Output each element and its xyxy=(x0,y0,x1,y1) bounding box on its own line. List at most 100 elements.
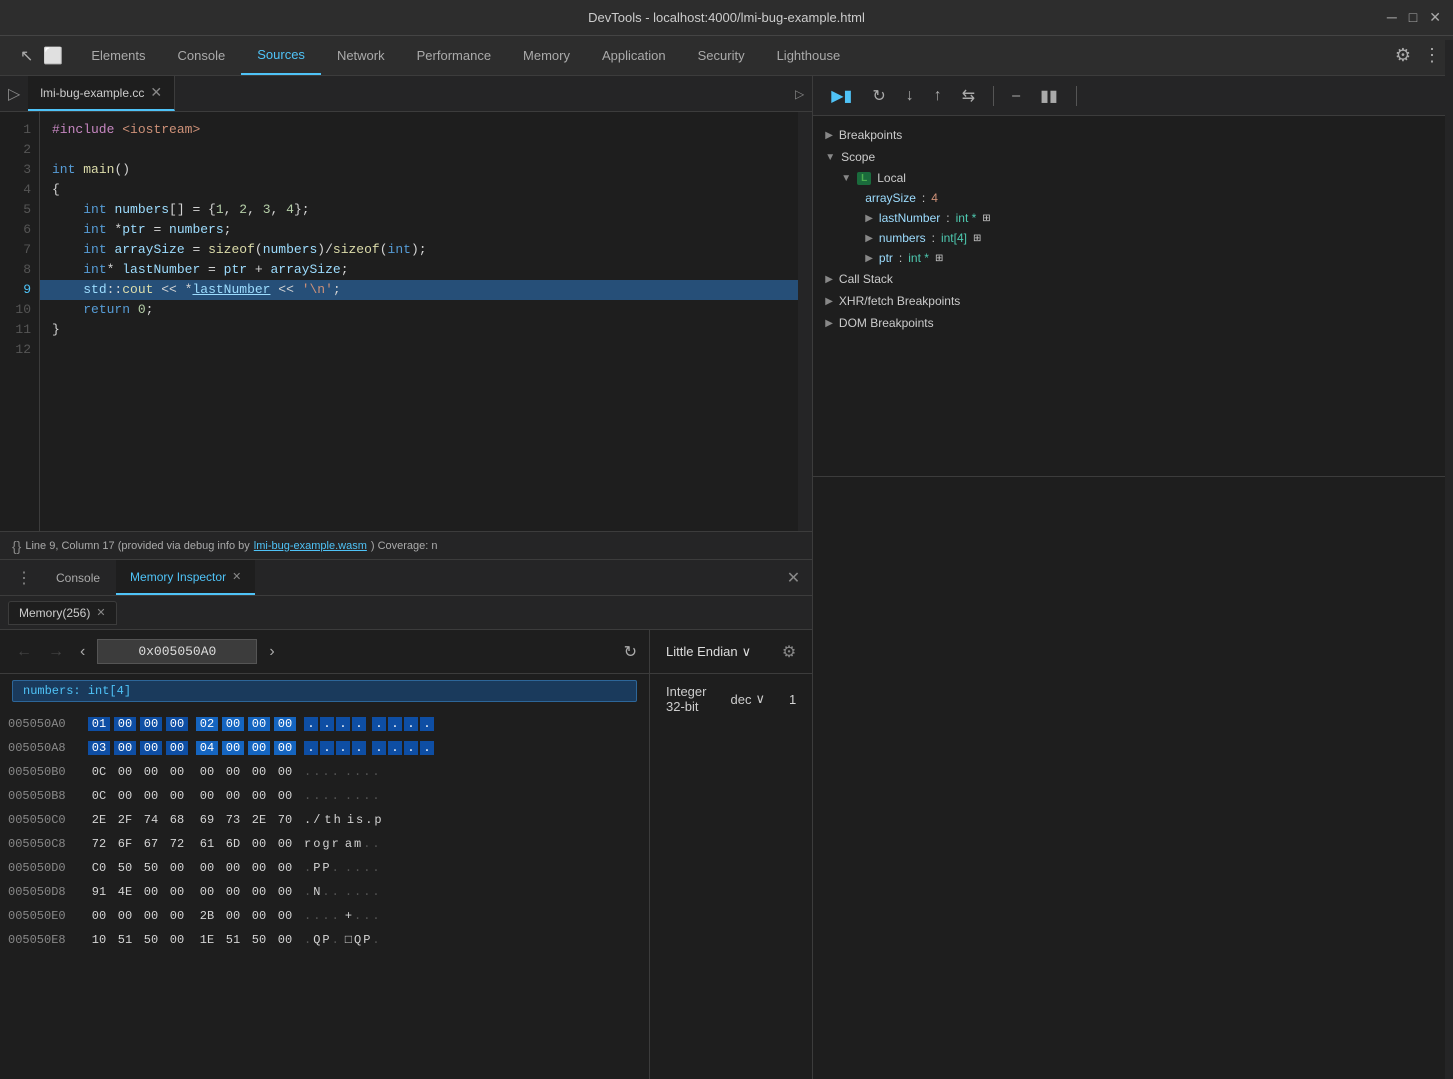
resume-btn[interactable]: ▶▮ xyxy=(825,82,858,110)
tab-memory[interactable]: Memory xyxy=(507,36,586,75)
tab-performance[interactable]: Performance xyxy=(401,36,507,75)
memory-left: ← → ‹ › ↻ numbers: int[4] xyxy=(0,630,650,1079)
scope-label: Scope xyxy=(841,150,875,164)
ascii-1: . . . . . . . . xyxy=(304,741,434,755)
ptr-chevron: ▶ xyxy=(865,253,873,264)
more-icon[interactable]: ⋮ xyxy=(1423,45,1441,66)
tab-console-bottom[interactable]: Console xyxy=(42,560,114,595)
titlebar-controls[interactable]: ─ □ ✕ xyxy=(1387,9,1441,26)
breakpoints-chevron: ▶ xyxy=(825,130,833,141)
step-over-btn[interactable]: ↻ xyxy=(866,82,891,110)
code-line-11: } xyxy=(40,320,798,340)
tab-network[interactable]: Network xyxy=(321,36,401,75)
status-link[interactable]: lmi-bug-example.wasm xyxy=(254,540,367,552)
close-all-btn[interactable]: ✕ xyxy=(775,568,812,588)
memory-right: Little Endian ∨ ⚙ Integer 32-bit dec ∨ xyxy=(650,630,812,1079)
endian-gear-icon[interactable]: ⚙ xyxy=(782,642,796,662)
hex-group-0-1: 01 00 00 00 xyxy=(88,717,188,731)
minimize-btn[interactable]: ─ xyxy=(1387,9,1397,26)
lastnumber-chevron: ▶ xyxy=(865,213,873,224)
endian-bar: Little Endian ∨ ⚙ xyxy=(650,630,812,674)
tab-elements[interactable]: Elements xyxy=(75,36,161,75)
hex-row-9: 005050E8 10 51 50 00 1E 51 xyxy=(0,928,649,952)
tab-application[interactable]: Application xyxy=(586,36,682,75)
xhr-section[interactable]: ▶ XHR/fetch Breakpoints xyxy=(813,290,1453,312)
sidebar-toggle-icon[interactable]: ▷ xyxy=(0,84,28,104)
device-icon[interactable]: ⬜ xyxy=(43,46,63,66)
titlebar: DevTools - localhost:4000/lmi-bug-exampl… xyxy=(0,0,1453,36)
int-format-chevron: ∨ xyxy=(755,691,765,707)
scope-numbers[interactable]: ▶ numbers : int[4] ⊞ xyxy=(813,228,1453,248)
content-area: ▷ lmi-bug-example.cc ✕ ▷ 1 2 3 4 5 6 7 8… xyxy=(0,76,1453,1079)
bottom-more-icon[interactable]: ⋮ xyxy=(8,568,40,588)
scrollbar[interactable] xyxy=(798,112,812,531)
callstack-section[interactable]: ▶ Call Stack xyxy=(813,268,1453,290)
callstack-chevron: ▶ xyxy=(825,274,833,285)
nav-prev-btn[interactable]: ‹ xyxy=(76,639,89,665)
source-tab-close-icon[interactable]: ✕ xyxy=(150,84,162,101)
right-bottom-panel xyxy=(813,476,1453,1079)
memory-content: ← → ‹ › ↻ numbers: int[4] xyxy=(0,630,812,1079)
tab-memory-inspector[interactable]: Memory Inspector ✕ xyxy=(116,560,255,595)
breakpoints-label: Breakpoints xyxy=(839,128,902,142)
tab-memory-inspector-close[interactable]: ✕ xyxy=(232,570,241,583)
step-into-btn[interactable]: ↓ xyxy=(900,83,920,109)
step-btn[interactable]: ⇆ xyxy=(956,82,981,110)
scope-chevron: ▼ xyxy=(825,152,835,163)
memory-tab-close[interactable]: ✕ xyxy=(96,606,105,619)
step-out-btn[interactable]: ↑ xyxy=(928,83,948,109)
right-scrollbar[interactable] xyxy=(1445,76,1453,476)
titlebar-title: DevTools - localhost:4000/lmi-bug-exampl… xyxy=(588,10,865,25)
breakpoints-section[interactable]: ▶ Breakpoints xyxy=(813,124,1453,146)
bottom-tabs: ⋮ Console Memory Inspector ✕ ✕ xyxy=(0,560,812,596)
dbg-sep1 xyxy=(993,86,994,106)
nav-back-btn[interactable]: ← xyxy=(12,639,36,665)
nav-next-btn[interactable]: › xyxy=(265,639,278,665)
memory-tabs-row: Memory(256) ✕ xyxy=(0,596,812,630)
scope-key-lastnumber: lastNumber xyxy=(879,211,940,225)
source-tabs: ▷ lmi-bug-example.cc ✕ ▷ xyxy=(0,76,812,112)
callstack-label: Call Stack xyxy=(839,272,893,286)
address-input[interactable] xyxy=(97,639,257,664)
scope-lastnumber[interactable]: ▶ lastNumber : int * ⊞ xyxy=(813,208,1453,228)
local-chevron: ▼ xyxy=(841,173,851,184)
ascii-0: . . . . . . . . xyxy=(304,717,434,731)
scope-key-numbers: numbers xyxy=(879,231,926,245)
hex-group-1-2: 04 00 00 00 xyxy=(196,741,296,755)
memory-nav: ← → ‹ › ↻ xyxy=(0,630,649,674)
memory-inspector: Memory(256) ✕ ← → ‹ › ↻ xyxy=(0,596,812,1079)
source-tab-file[interactable]: lmi-bug-example.cc ✕ xyxy=(28,76,175,111)
numbers-badge: numbers: int[4] xyxy=(12,680,637,702)
local-section[interactable]: ▼ L Local xyxy=(813,168,1453,188)
memory-tab-256[interactable]: Memory(256) ✕ xyxy=(8,601,117,625)
close-btn[interactable]: ✕ xyxy=(1429,9,1441,26)
scope-section[interactable]: ▼ Scope xyxy=(813,146,1453,168)
tab-lighthouse[interactable]: Lighthouse xyxy=(761,36,857,75)
settings-icon[interactable]: ⚙ xyxy=(1395,45,1411,66)
pause-btn[interactable]: ▮▮ xyxy=(1034,82,1064,110)
tab-console[interactable]: Console xyxy=(162,36,242,75)
cursor-icon[interactable]: ↖ xyxy=(20,46,33,66)
endian-select[interactable]: Little Endian ∨ xyxy=(666,644,751,660)
code-line-7: int arraySize = sizeof(numbers)/sizeof(i… xyxy=(40,240,798,260)
code-editor: 1 2 3 4 5 6 7 8 9 10 11 12 #include <ios… xyxy=(0,112,812,531)
code-line-5: int numbers[] = {1, 2, 3, 4}; xyxy=(40,200,798,220)
deactivate-btn[interactable]: ⎯ xyxy=(1006,83,1026,109)
dom-section[interactable]: ▶ DOM Breakpoints xyxy=(813,312,1453,334)
tab-sources[interactable]: Sources xyxy=(241,36,321,75)
maximize-btn[interactable]: □ xyxy=(1409,9,1417,26)
nav-forward-btn2[interactable]: → xyxy=(44,639,68,665)
hex-row-4: 005050C0 2E 2F 74 68 69 73 xyxy=(0,808,649,832)
int-row: Integer 32-bit dec ∨ 1 xyxy=(650,674,812,724)
source-expand-icon[interactable]: ▷ xyxy=(787,87,812,101)
hex-row-2: 005050B0 0C 00 00 00 00 00 xyxy=(0,760,649,784)
int-format-select[interactable]: dec ∨ xyxy=(730,691,764,707)
hex-row-3: 005050B8 0C 00 00 00 00 00 xyxy=(0,784,649,808)
code-line-4: { xyxy=(40,180,798,200)
code-line-10: return 0; xyxy=(40,300,798,320)
scope-ptr[interactable]: ▶ ptr : int * ⊞ xyxy=(813,248,1453,268)
tab-security[interactable]: Security xyxy=(682,36,761,75)
xhr-label: XHR/fetch Breakpoints xyxy=(839,294,960,308)
refresh-btn[interactable]: ↻ xyxy=(624,642,637,662)
code-line-3: int main() xyxy=(40,160,798,180)
